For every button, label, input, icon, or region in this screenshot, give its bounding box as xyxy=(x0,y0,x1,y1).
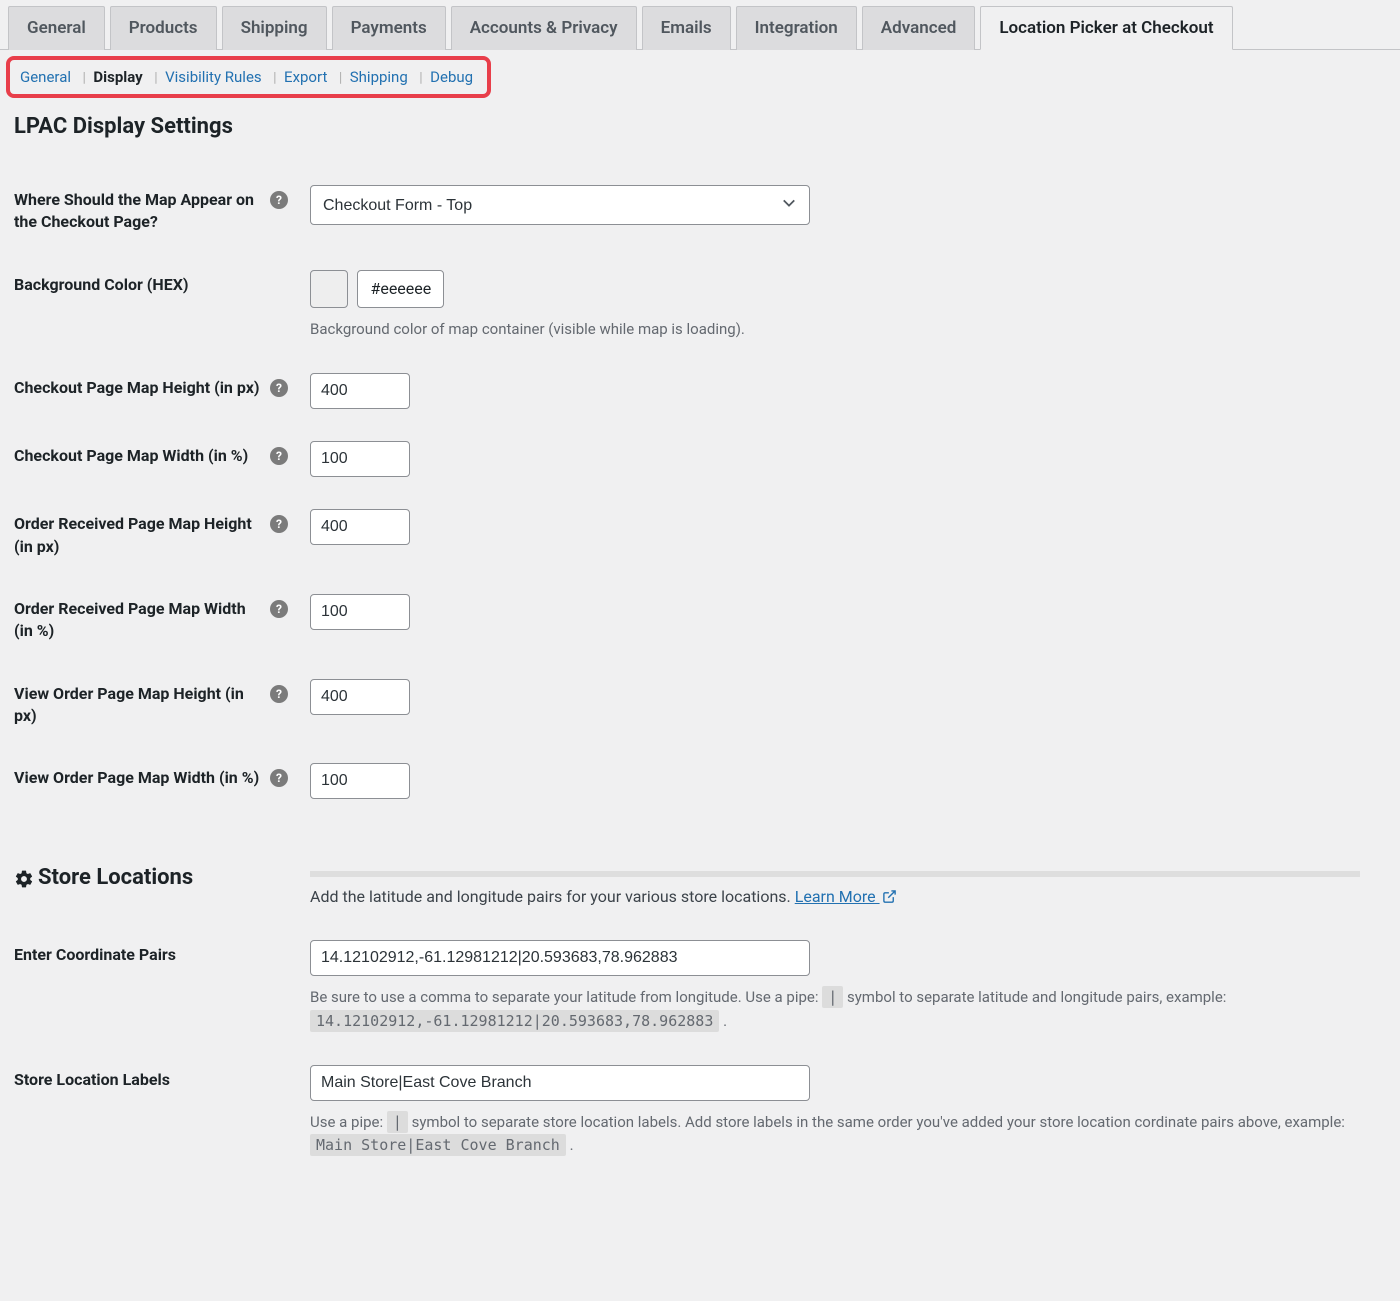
store-labels-desc: Use a pipe: | symbol to separate store l… xyxy=(310,1111,1360,1158)
label-view-order-width: View Order Page Map Width (in %) xyxy=(0,747,270,815)
label-bg-color: Background Color (HEX) xyxy=(0,254,270,357)
learn-more-link[interactable]: Learn More xyxy=(795,887,897,906)
order-received-height-input[interactable] xyxy=(310,509,410,545)
bg-color-input[interactable]: #eeeeee xyxy=(357,270,444,308)
help-icon[interactable]: ? xyxy=(270,600,288,618)
checkout-height-input[interactable] xyxy=(310,373,410,409)
help-icon[interactable]: ? xyxy=(270,191,288,209)
settings-tabs: General Products Shipping Payments Accou… xyxy=(0,6,1400,50)
page-title: LPAC Display Settings xyxy=(14,114,1400,139)
help-icon[interactable]: ? xyxy=(270,685,288,703)
subnav-shipping[interactable]: Shipping xyxy=(350,68,408,86)
bg-color-desc: Background color of map container (visib… xyxy=(310,318,1360,341)
tab-lpac[interactable]: Location Picker at Checkout xyxy=(980,6,1232,50)
help-icon[interactable]: ? xyxy=(270,515,288,533)
view-order-width-input[interactable] xyxy=(310,763,410,799)
subnav-display[interactable]: Display xyxy=(93,68,142,86)
help-icon[interactable]: ? xyxy=(270,769,288,787)
tab-products[interactable]: Products xyxy=(110,6,217,50)
label-map-appear: Where Should the Map Appear on the Check… xyxy=(0,169,270,254)
tab-integration[interactable]: Integration xyxy=(736,6,857,50)
label-coord-pairs: Enter Coordinate Pairs xyxy=(0,924,270,1049)
store-locations-intro: Add the latitude and longitude pairs for… xyxy=(310,887,795,906)
subnav-highlight-box: General | Display | Visibility Rules | E… xyxy=(6,56,491,98)
checkout-width-input[interactable] xyxy=(310,441,410,477)
label-order-received-height: Order Received Page Map Height (in px) xyxy=(0,493,270,578)
view-order-height-input[interactable] xyxy=(310,679,410,715)
map-appear-select[interactable]: Checkout Form - Top xyxy=(310,185,810,225)
subnav-visibility[interactable]: Visibility Rules xyxy=(165,68,262,86)
label-store-labels: Store Location Labels xyxy=(0,1049,270,1174)
tab-general[interactable]: General xyxy=(8,6,105,50)
subnav-export[interactable]: Export xyxy=(284,68,327,86)
tab-advanced[interactable]: Advanced xyxy=(862,6,976,50)
tab-shipping[interactable]: Shipping xyxy=(222,6,327,50)
order-received-width-input[interactable] xyxy=(310,594,410,630)
section-divider xyxy=(310,871,1360,877)
tab-accounts[interactable]: Accounts & Privacy xyxy=(451,6,637,50)
subnav-debug[interactable]: Debug xyxy=(430,68,473,86)
label-view-order-height: View Order Page Map Height (in px) xyxy=(0,663,270,748)
coord-pairs-input[interactable] xyxy=(310,940,810,976)
bg-color-swatch[interactable] xyxy=(310,270,348,308)
label-order-received-width: Order Received Page Map Width (in %) xyxy=(0,578,270,663)
label-checkout-width: Checkout Page Map Width (in %) xyxy=(0,425,270,493)
tab-payments[interactable]: Payments xyxy=(332,6,446,50)
coord-pairs-desc: Be sure to use a comma to separate your … xyxy=(310,986,1360,1033)
help-icon[interactable]: ? xyxy=(270,379,288,397)
store-locations-heading: Store Locations xyxy=(14,863,260,894)
help-icon[interactable]: ? xyxy=(270,447,288,465)
tab-emails[interactable]: Emails xyxy=(642,6,731,50)
subnav-general[interactable]: General xyxy=(20,68,71,86)
gear-icon xyxy=(14,869,34,889)
label-checkout-height: Checkout Page Map Height (in px) xyxy=(0,357,270,425)
settings-form: Where Should the Map Appear on the Check… xyxy=(0,169,1400,1173)
external-link-icon xyxy=(882,889,897,908)
subnav: General | Display | Visibility Rules | E… xyxy=(6,56,1400,98)
store-labels-input[interactable] xyxy=(310,1065,810,1101)
